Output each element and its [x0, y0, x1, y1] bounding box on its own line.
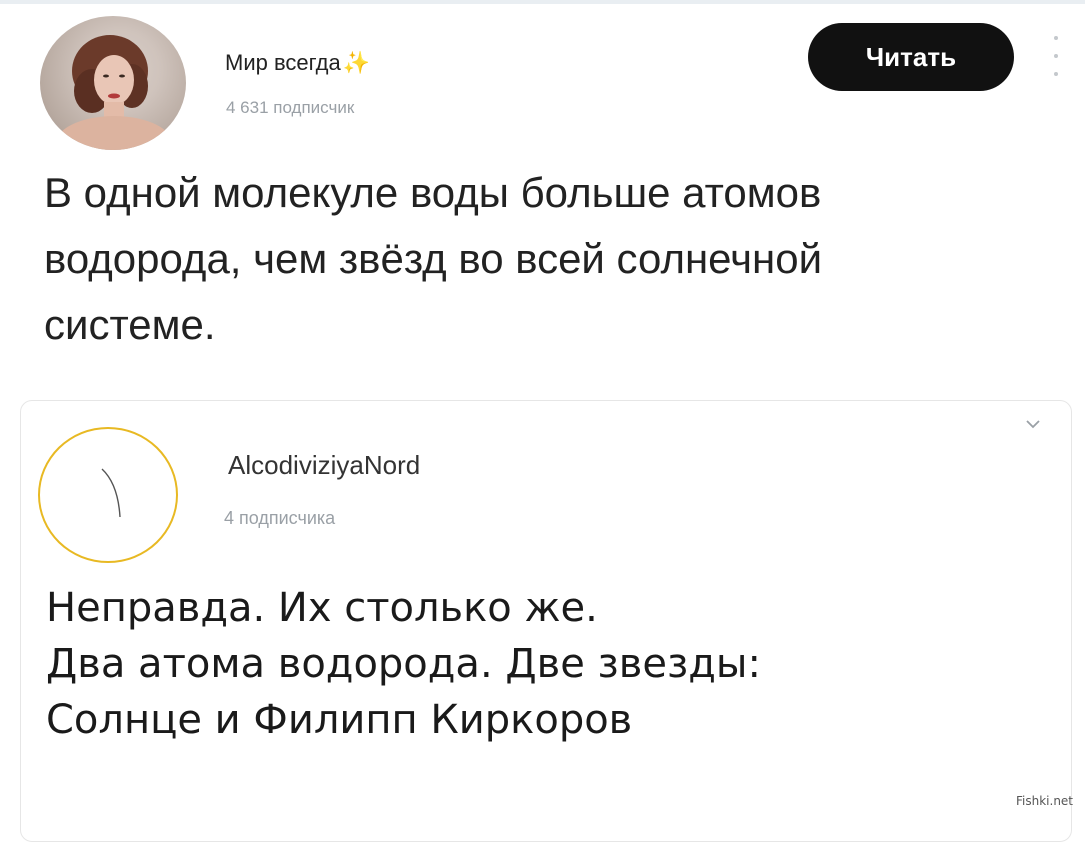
sparkle-icon: ✨	[342, 50, 371, 75]
post-text-line: В одной молекуле воды больше атомов	[44, 169, 822, 216]
comment-text-line: Неправда. Их столько же.	[46, 585, 598, 631]
more-vertical-icon[interactable]	[1051, 36, 1061, 76]
author-name-text: Мир всегда	[225, 50, 341, 75]
author-avatar[interactable]	[40, 16, 186, 150]
chevron-down-icon[interactable]	[1024, 418, 1042, 430]
comment-text-line: Два атома водорода. Две звезды:	[46, 641, 761, 687]
subscriber-count: 4 631 подписчик	[226, 98, 355, 117]
watermark: Fishki.net	[1016, 794, 1074, 808]
post-text-line: системе.	[44, 301, 216, 348]
top-divider	[0, 0, 1085, 4]
comment-text-line: Солнце и Филипп Киркоров	[46, 697, 633, 743]
comment-text: Неправда. Их столько же. Два атома водор…	[46, 580, 1046, 748]
comment-subscriber-count: 4 подписчика	[224, 508, 336, 528]
follow-button[interactable]: Читать	[808, 23, 1014, 91]
comment-author-avatar[interactable]	[38, 427, 178, 563]
comment-author-name[interactable]: AlcodiviziyaNord	[228, 450, 420, 481]
post-text-line: водорода, чем звёзд во всей солнечной	[44, 235, 823, 282]
post-text: В одной молекуле воды больше атомов водо…	[44, 160, 1054, 358]
author-name[interactable]: Мир всегда✨	[225, 50, 370, 76]
